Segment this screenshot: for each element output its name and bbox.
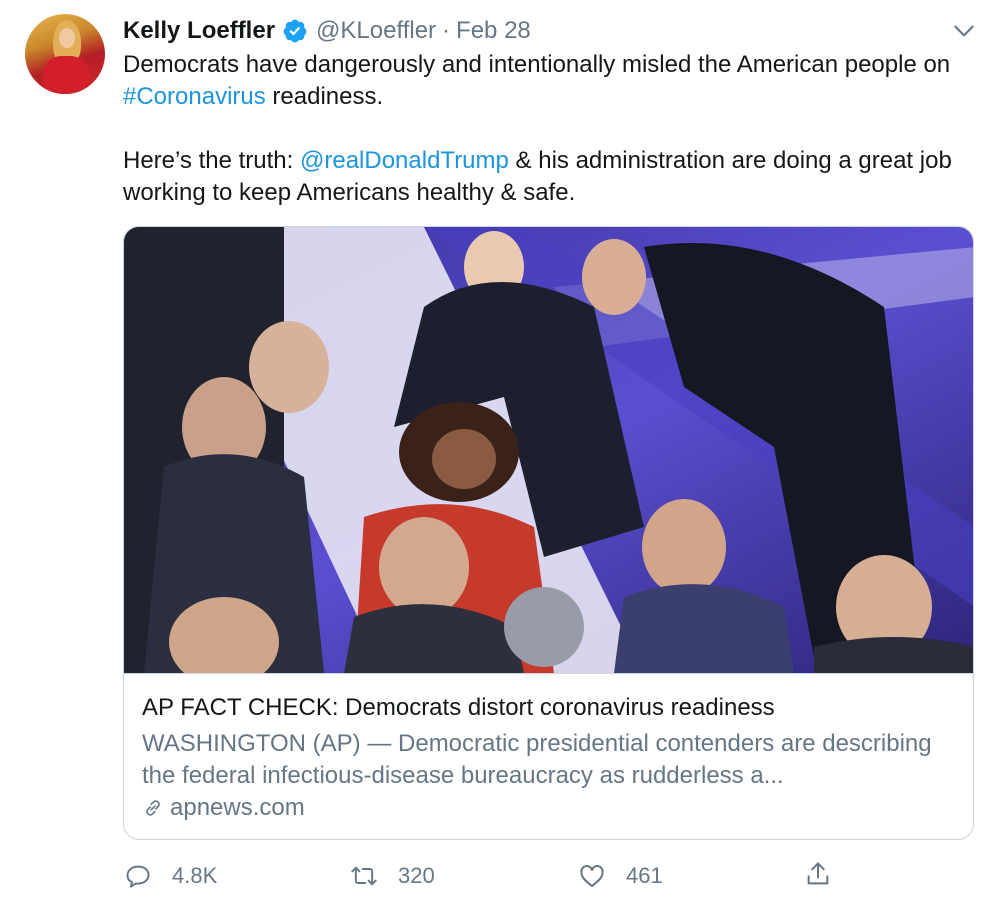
mention-link[interactable]: @realDonaldTrump bbox=[300, 147, 509, 174]
card-body: AP FACT CHECK: Democrats distort coronav… bbox=[124, 673, 973, 839]
hashtag-link[interactable]: #Coronavirus bbox=[123, 83, 266, 110]
share-button[interactable] bbox=[804, 860, 832, 888]
author-name[interactable]: Kelly Loeffler bbox=[123, 17, 275, 45]
card-domain-text: apnews.com bbox=[170, 794, 305, 821]
tweet-text: Democrats have dangerously and intention… bbox=[123, 49, 983, 209]
header-separator: · bbox=[442, 17, 451, 44]
verified-badge-icon bbox=[283, 19, 307, 43]
link-icon bbox=[146, 800, 160, 816]
retweet-icon bbox=[351, 866, 377, 886]
card-description: WASHINGTON (AP) — Democratic presidentia… bbox=[142, 730, 932, 789]
like-button[interactable]: 461 bbox=[578, 862, 663, 890]
avatar-face bbox=[59, 28, 75, 48]
chevron-down-icon[interactable] bbox=[951, 18, 977, 44]
card-domain: apnews.com bbox=[142, 794, 305, 822]
author-handle[interactable]: @KLoeffler bbox=[316, 17, 436, 45]
tweet-header: Kelly Loeffler @KLoeffler · Feb 28 bbox=[123, 14, 531, 48]
reply-icon bbox=[126, 865, 150, 888]
reply-count: 4.8K bbox=[172, 863, 218, 888]
card-title: AP FACT CHECK: Democrats distort coronav… bbox=[142, 694, 775, 721]
text-segment: readiness. bbox=[265, 83, 384, 110]
like-count: 461 bbox=[626, 863, 663, 888]
link-preview-card[interactable]: AP FACT CHECK: Democrats distort coronav… bbox=[123, 226, 974, 840]
author-avatar[interactable] bbox=[25, 14, 105, 94]
text-segment: Democrats have dangerously and intention… bbox=[123, 51, 951, 78]
tweet-paragraph-2: Here’s the truth: @realDonaldTrump & his… bbox=[123, 145, 983, 209]
tweet-paragraph-1: Democrats have dangerously and intention… bbox=[123, 49, 983, 113]
card-image bbox=[124, 227, 973, 673]
heart-icon bbox=[580, 865, 604, 887]
share-icon bbox=[807, 862, 829, 885]
tweet-date[interactable]: Feb 28 bbox=[456, 17, 531, 45]
avatar-torso bbox=[43, 56, 89, 94]
tweet-actions: 4.8K 320 461 bbox=[0, 858, 1000, 894]
reply-button[interactable]: 4.8K bbox=[124, 862, 217, 890]
text-segment: Here’s the truth: bbox=[123, 147, 300, 174]
retweet-button[interactable]: 320 bbox=[350, 862, 435, 890]
retweet-count: 320 bbox=[398, 863, 435, 888]
